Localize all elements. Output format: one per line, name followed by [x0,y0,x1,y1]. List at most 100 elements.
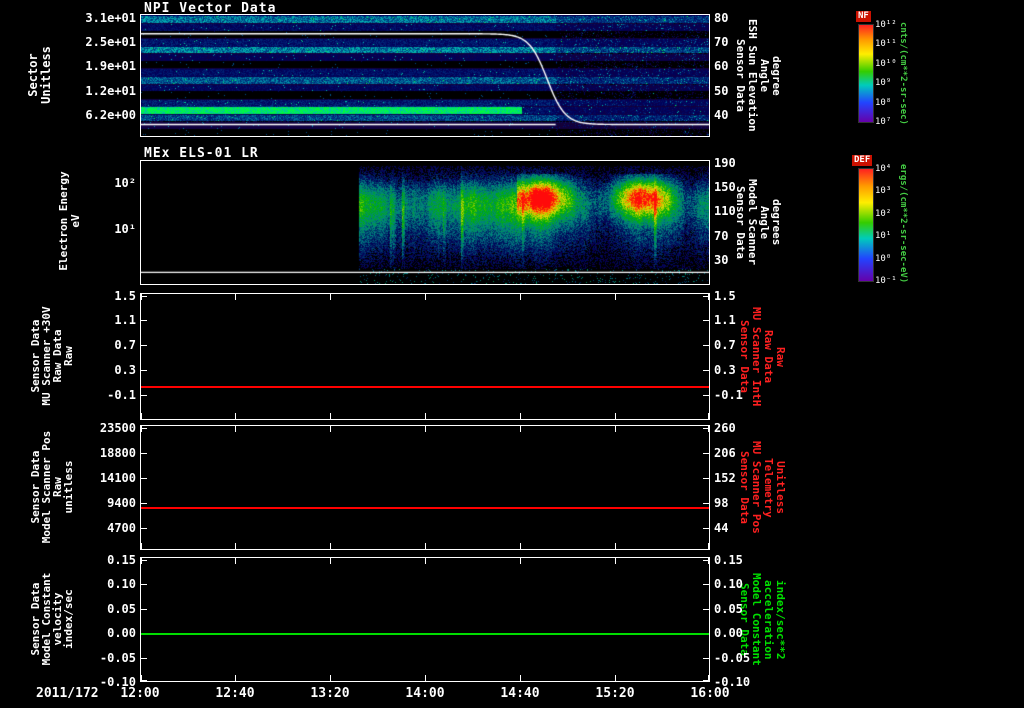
x-tickmark [425,294,426,300]
y-tick-label: 0.00 [714,626,743,640]
colorbar-tick-label: 10⁴ [875,164,892,174]
y-tickmark [703,658,709,659]
x-tick-label: 15:20 [595,686,635,701]
x-tickmark [520,294,521,300]
x-tickmark [520,426,521,432]
y-tick-label: -0.1 [107,388,136,402]
x-tickmark [708,294,709,300]
colorbar-tick-label: 10⁹ [875,78,892,88]
els-spectrogram [141,161,709,284]
y-tick-label: 260 [714,421,736,435]
science-multipanel-plot: NPI Vector Data MEx ELS-01 LR Sector Uni… [0,0,1024,708]
colorbar-tick-label: 10¹¹ [875,39,897,49]
x-tickmark [520,543,521,549]
y-tick-label: 4700 [107,521,136,535]
x-tickmark [615,426,616,432]
p4-right-axis-label: Sensor Data MU Scanner Pos Telemetry Uni… [738,441,787,534]
x-tickmark [235,675,236,681]
y-tick-label: 60 [714,59,729,73]
nf-colorbar-title: NF [856,11,871,22]
x-tickmark [235,558,236,564]
x-axis-date-label: 2011/172 [36,686,99,701]
colorbar-tick-label: 10² [875,209,892,219]
colorbar-tick-label: 10⁷ [875,117,892,127]
y-tick-label: 0.15 [714,553,743,567]
npi-right-axis-label: Sensor Data ESH Sun Elevation Angle degr… [734,19,783,132]
els-right-axis-label: Sensor Data Model Scanner Angle degrees [734,179,783,266]
nf-colorbar-unit-label: cnts/(cm**2-sr-sec) [898,22,908,125]
x-tickmark [141,543,142,549]
x-tickmark [235,294,236,300]
p4-constant-data-line [141,507,709,509]
colorbar-tick-label: 10¹⁰ [875,59,897,69]
x-tickmark [235,426,236,432]
y-tickmark [703,395,709,396]
els-panel-title: MEx ELS-01 LR [144,146,259,161]
x-tickmark [425,426,426,432]
y-tick-label: 6.2e+00 [85,108,136,122]
x-tickmark [330,426,331,432]
y-tick-label: 10¹ [114,222,136,236]
y-tickmark [141,428,147,429]
x-tickmark [141,413,142,419]
y-tick-label: 1.5 [114,289,136,303]
x-tickmark [615,543,616,549]
y-tick-label: 110 [714,204,736,218]
x-tickmark [235,543,236,549]
y-tickmark [703,478,709,479]
y-tick-label: 3.1e+01 [85,11,136,25]
y-tick-label: 98 [714,496,729,510]
y-tick-label: 80 [714,11,729,25]
y-tickmark [141,345,147,346]
y-tick-label: -0.1 [714,388,743,402]
y-tick-label: 1.5 [714,289,736,303]
plot-panel-p3 [140,293,710,420]
y-tickmark [141,503,147,504]
y-tick-label: 0.00 [107,626,136,640]
y-tick-label: 0.05 [107,602,136,616]
colorbar-tick-label: 10³ [875,186,892,196]
y-tick-label: 18800 [99,446,136,460]
y-tick-label: 0.15 [107,553,136,567]
y-tick-label: 190 [714,156,736,170]
p3-constant-data-line [141,386,709,388]
x-tickmark [520,413,521,419]
y-tick-label: 23500 [99,421,136,435]
x-tickmark [708,543,709,549]
y-tickmark [703,453,709,454]
colorbar-tick-label: 10⁰ [875,254,892,264]
y-tick-label: 0.05 [714,602,743,616]
p5-left-axis-label: Sensor Data Model Constant velocity inde… [29,572,75,666]
x-tickmark [330,675,331,681]
y-tick-label: 30 [714,253,729,267]
p3-right-axis-label: Sensor Data MU Scanner IntH Raw Data Raw [738,306,787,407]
y-tick-label: 1.9e+01 [85,59,136,73]
x-tickmark [708,413,709,419]
plot-panel-p4 [140,425,710,550]
y-tick-label: -0.10 [99,675,136,689]
y-tick-label: 9400 [107,496,136,510]
x-tickmark [615,675,616,681]
x-tickmark [615,558,616,564]
y-tick-label: 152 [714,471,736,485]
y-tickmark [141,584,147,585]
y-tickmark [703,370,709,371]
x-tickmark [615,413,616,419]
y-tick-label: 44 [714,521,729,535]
x-tickmark [330,558,331,564]
x-tickmark [141,558,142,564]
p5-constant-data-line [141,633,709,635]
y-tickmark [703,528,709,529]
x-tickmark [425,413,426,419]
y-tickmark [141,680,147,681]
y-tick-label: 40 [714,108,729,122]
y-tickmark [703,428,709,429]
y-tick-label: 70 [714,35,729,49]
y-tick-label: 2.5e+01 [85,35,136,49]
y-tickmark [703,320,709,321]
x-tickmark [425,558,426,564]
y-tickmark [703,560,709,561]
y-tickmark [141,453,147,454]
npi-left-axis-label: Sector Unitless [26,46,53,104]
y-tick-label: 0.3 [114,363,136,377]
